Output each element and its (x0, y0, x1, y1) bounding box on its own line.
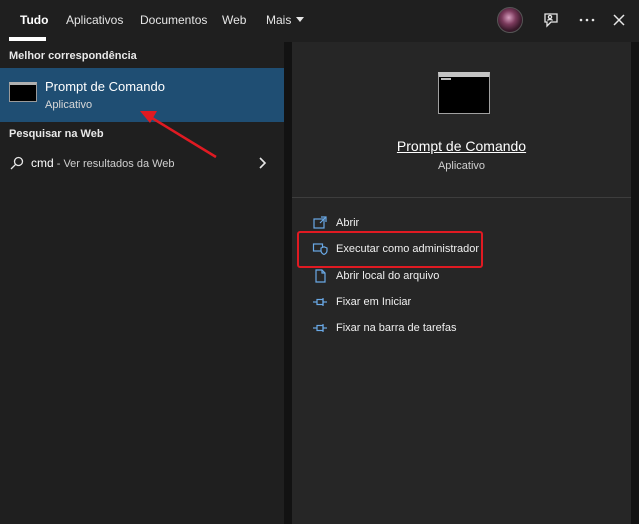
open-icon (312, 215, 328, 231)
web-search-text: cmd - Ver resultados da Web (31, 156, 175, 170)
best-match-header: Melhor correspondência (9, 50, 137, 62)
action-open-file-location[interactable]: Abrir local do arquivo (312, 266, 512, 286)
highlight-box (297, 231, 483, 268)
web-search-term: cmd (31, 156, 54, 170)
pin-icon (312, 294, 328, 310)
action-label: Abrir (336, 217, 360, 229)
action-pin-to-start[interactable]: Fixar em Iniciar (312, 292, 512, 312)
best-match-result[interactable]: Prompt de Comando Aplicativo (0, 68, 284, 122)
action-label: Fixar em Iniciar (336, 296, 412, 308)
chevron-down-icon (296, 17, 305, 22)
feedback-icon[interactable] (539, 8, 563, 32)
terminal-icon (438, 72, 490, 114)
active-tab-indicator (9, 37, 46, 41)
more-options-icon[interactable] (575, 8, 599, 32)
web-search-result[interactable]: cmd - Ver resultados da Web (0, 150, 284, 176)
tab-apps[interactable]: Aplicativos (66, 13, 123, 27)
tab-more-label: Mais (266, 13, 292, 27)
web-search-header: Pesquisar na Web (9, 128, 104, 140)
preview-pane: Prompt de Comando Aplicativo Abrir Execu… (284, 42, 639, 524)
close-icon[interactable] (607, 8, 631, 32)
pin-icon (312, 320, 328, 336)
file-location-icon (312, 268, 328, 284)
divider (292, 197, 631, 198)
best-match-title: Prompt de Comando (45, 79, 165, 94)
action-label: Abrir local do arquivo (336, 270, 440, 282)
avatar[interactable] (497, 7, 523, 33)
action-pin-to-taskbar[interactable]: Fixar na barra de tarefas (312, 318, 512, 338)
terminal-icon (9, 82, 37, 102)
tab-documents[interactable]: Documentos (140, 13, 207, 27)
search-icon (9, 155, 25, 171)
app-type: Aplicativo (437, 160, 486, 172)
tab-all[interactable]: Tudo (20, 13, 48, 27)
action-open[interactable]: Abrir (312, 213, 512, 233)
results-panel: Melhor correspondência Prompt de Comando… (0, 42, 284, 524)
chevron-right-icon[interactable] (256, 155, 268, 171)
search-filter-bar: Tudo Aplicativos Documentos Web Mais (0, 0, 639, 42)
best-match-subtitle: Aplicativo (45, 99, 93, 111)
action-label: Fixar na barra de tarefas (336, 322, 457, 334)
tab-more[interactable]: Mais (266, 13, 305, 27)
tab-web[interactable]: Web (222, 13, 246, 27)
app-detail-card: Prompt de Comando Aplicativo Abrir Execu… (292, 42, 631, 524)
web-search-suffix: - Ver resultados da Web (53, 158, 175, 170)
app-title[interactable]: Prompt de Comando (292, 138, 631, 154)
